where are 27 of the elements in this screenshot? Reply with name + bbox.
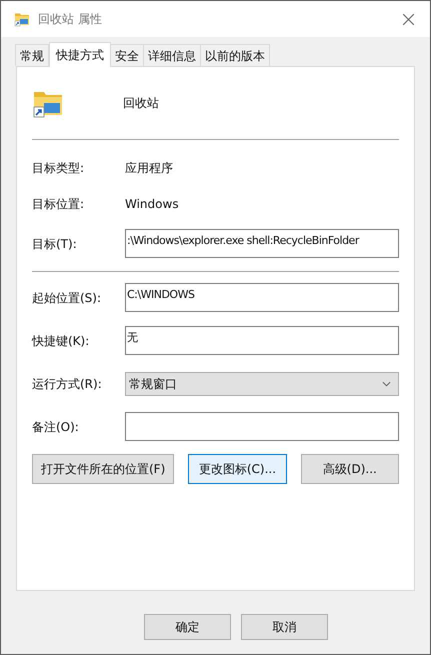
text-field[interactable]: 无 — [125, 326, 399, 355]
action-button[interactable]: 更改图标(C)... — [188, 454, 287, 484]
field-label: 运行方式(R): — [32, 376, 103, 392]
action-button[interactable]: 高级(D)... — [300, 454, 400, 484]
field-label: 起始位置(S): — [32, 290, 102, 306]
window-title: 回收站 属性 — [38, 11, 102, 28]
dialog-button[interactable]: 取消 — [241, 614, 328, 640]
text-field[interactable]: C:\WINDOWS — [125, 283, 399, 312]
shortcut-name: 回收站 — [123, 95, 159, 112]
field-label: 快捷键(K): — [32, 332, 90, 350]
tab[interactable]: 常规 — [15, 44, 49, 66]
field-label: 目标(T): — [32, 236, 78, 252]
tab[interactable]: 以前的版本 — [200, 44, 270, 66]
text-field[interactable] — [125, 412, 399, 441]
close-icon — [402, 14, 414, 24]
shortcut-folder-icon — [14, 11, 30, 27]
field-label: 目标类型: — [32, 160, 86, 177]
chevron-down-icon — [382, 380, 391, 386]
field-label: 备注(O): — [32, 418, 80, 436]
action-button[interactable]: 打开文件所在的位置(F) — [32, 454, 174, 484]
field-label: 目标位置: — [32, 196, 86, 213]
text-field[interactable]: :\Windows\explorer.exe shell:RecycleBinFolder — [125, 229, 399, 258]
field-value: 应用程序 — [125, 160, 173, 177]
tab[interactable]: 快捷方式 — [49, 42, 111, 67]
field-value: Windows — [125, 196, 179, 213]
dropdown[interactable]: 常规窗口 — [125, 372, 399, 396]
dialog-button[interactable]: 确定 — [144, 614, 231, 640]
